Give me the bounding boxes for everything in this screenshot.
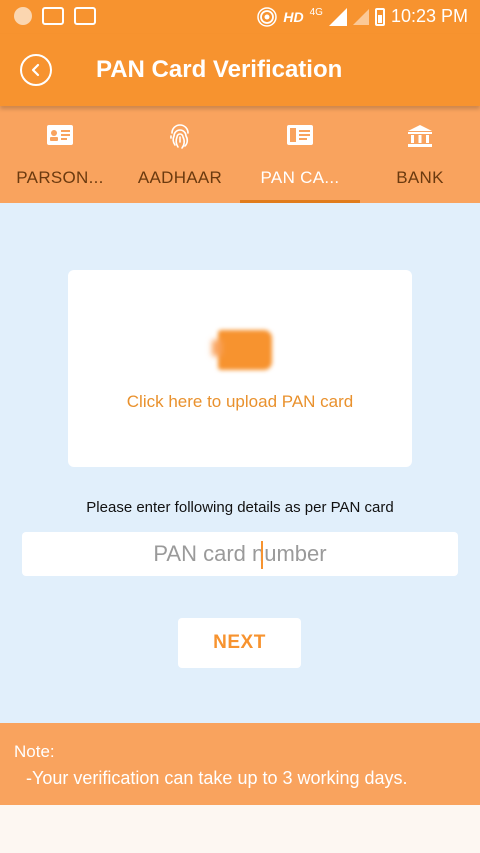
tab-label: AADHAAR [137, 168, 223, 187]
tab-pan-card[interactable]: PAN CA... [240, 106, 360, 203]
note-title: Note: [14, 742, 55, 761]
back-button[interactable] [20, 54, 52, 86]
fingerprint-icon [170, 124, 189, 149]
network-type-label: 4G [309, 7, 323, 18]
tab-label: PARSON... [16, 168, 104, 187]
pan-number-field[interactable] [22, 532, 458, 576]
tab-label: BANK [396, 168, 444, 187]
upload-label: Click here to upload PAN card [126, 392, 354, 411]
tab-personal[interactable]: PARSON... [0, 106, 120, 203]
pan-card-form: Click here to upload PAN card Please ent… [0, 203, 480, 723]
status-bar-notifications [14, 7, 96, 25]
hotspot-icon [257, 6, 278, 27]
tab-aadhaar[interactable]: AADHAAR [120, 106, 240, 203]
upload-card-icon [218, 330, 272, 370]
status-bar-system: HD 4G 10:23 PM [257, 6, 468, 27]
bottom-spacer [0, 805, 480, 853]
pan-number-input[interactable] [22, 532, 458, 576]
screenshot-icon [74, 7, 96, 25]
activity-icon [42, 7, 64, 25]
signal-secondary-icon [352, 8, 369, 25]
status-time: 10:23 PM [390, 6, 468, 26]
form-instruction: Please enter following details as per PA… [86, 499, 394, 516]
card-icon [287, 125, 313, 145]
text-cursor [261, 541, 263, 569]
signal-icon [328, 7, 347, 26]
note-panel: Note: -Your verification can take up to … [0, 723, 480, 805]
note-text: -Your verification can take up to 3 work… [26, 768, 408, 788]
id-card-icon [47, 125, 73, 145]
next-button[interactable]: NEXT [178, 618, 301, 668]
notification-dot-icon [14, 7, 32, 25]
upload-pan-card-area[interactable]: Click here to upload PAN card [68, 270, 412, 467]
battery-icon [374, 7, 385, 26]
tab-bank[interactable]: BANK [360, 106, 480, 203]
tab-label: PAN CA... [260, 168, 340, 187]
app-bar: PAN Card Verification [0, 34, 480, 106]
verification-tabs: PARSON... AADHAAR PAN CA... BANK [0, 106, 480, 203]
back-arrow-icon [31, 63, 40, 77]
status-bar: HD 4G 10:23 PM [0, 0, 480, 34]
page-title: PAN Card Verification [96, 56, 343, 83]
bank-icon [408, 125, 432, 147]
network-hd-label: HD [283, 8, 304, 25]
